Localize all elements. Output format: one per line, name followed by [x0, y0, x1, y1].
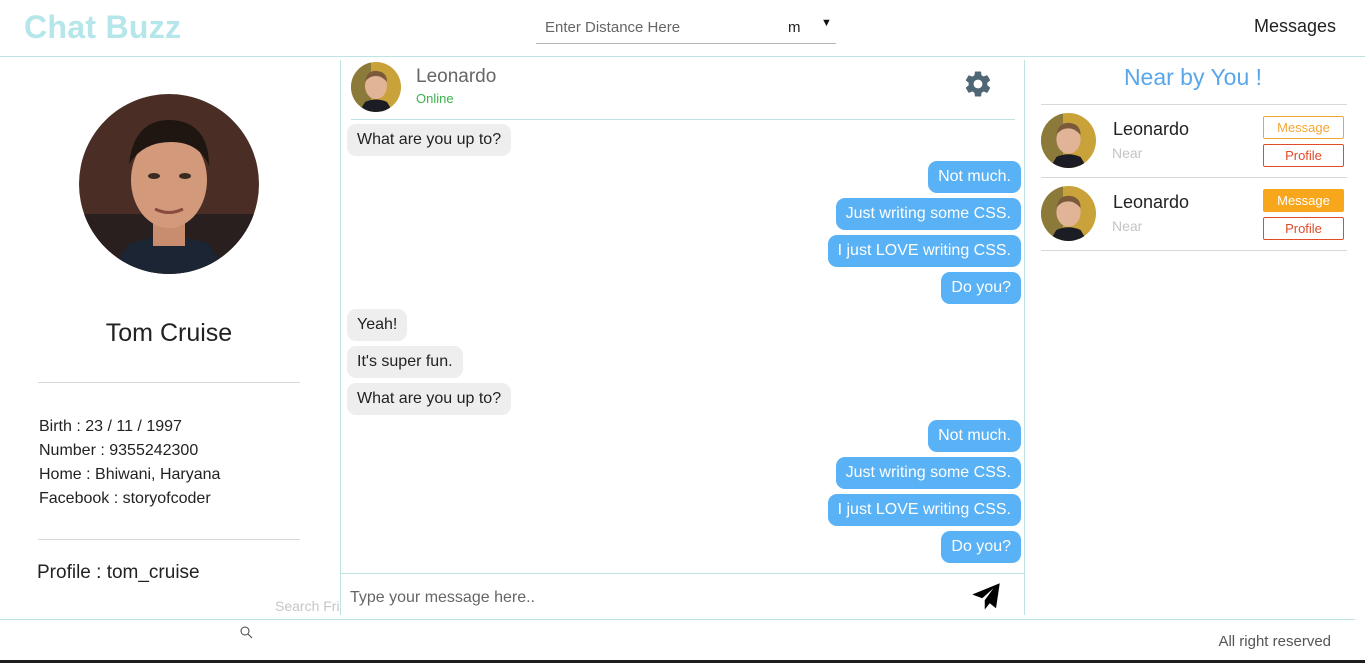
distance-input[interactable]: Enter Distance Here [545, 19, 680, 36]
sent-message: I just LOVE writing CSS. [827, 494, 1021, 526]
sent-message: I just LOVE writing CSS. [827, 235, 1021, 267]
sent-message: Just writing some CSS. [835, 198, 1021, 230]
message-button[interactable]: Message [1263, 189, 1344, 212]
chat-header: Leonardo Online [351, 60, 1015, 120]
online-status: Online [416, 91, 454, 106]
nearby-person: Leonardo Near Message Profile [1041, 186, 1347, 258]
nearby-name: Leonardo [1113, 119, 1190, 139]
brand-logo[interactable]: Chat Buzz [24, 9, 181, 46]
chevron-down-icon[interactable]: ▼ [821, 17, 832, 29]
nearby-distance: Near [1112, 218, 1143, 234]
received-message: What are you up to? [347, 383, 512, 415]
message-row: It's super fun. [347, 346, 1021, 383]
message-row: What are you up to? [347, 124, 1021, 161]
message-thread[interactable]: What are you up to? Not much. Just writing… [347, 124, 1021, 568]
message-row: Not much. [347, 420, 1021, 457]
nearby-avatar[interactable] [1041, 186, 1096, 241]
profile-avatar [79, 94, 259, 274]
message-row: What are you up to? [347, 383, 1021, 420]
received-message: Yeah! [347, 309, 408, 341]
chat-panel: Leonardo Online What are you up to? Not m… [340, 60, 1025, 615]
birth-field: Birth : 23 / 11 / 1997 [39, 418, 182, 435]
footer-divider [0, 619, 1355, 620]
top-bar: Chat Buzz Enter Distance Here m ▼ Messag… [0, 0, 1365, 57]
sent-message: Not much. [928, 161, 1021, 193]
received-message: It's super fun. [347, 346, 463, 378]
profile-button[interactable]: Profile [1263, 217, 1344, 240]
divider [38, 382, 300, 383]
sent-message: Just writing some CSS. [835, 457, 1021, 489]
facebook-field: Facebook : storyofcoder [39, 490, 211, 507]
nearby-name: Leonardo [1113, 192, 1190, 212]
unit-select[interactable]: m [788, 19, 801, 36]
profile-name: Tom Cruise [105, 319, 233, 347]
message-button[interactable]: Message [1263, 116, 1344, 139]
nearby-avatar[interactable] [1041, 113, 1096, 168]
nearby-person: Leonardo Near Message Profile [1041, 113, 1347, 185]
profile-info: Birth : 23 / 11 / 1997 Number : 93552423… [39, 415, 220, 511]
message-row: I just LOVE writing CSS. [347, 494, 1021, 531]
messages-link[interactable]: Messages [1254, 16, 1336, 37]
message-row: Do you? [347, 531, 1021, 568]
distance-field[interactable]: Enter Distance Here m ▼ [536, 14, 836, 44]
contact-avatar[interactable] [351, 62, 401, 112]
message-row: Do you? [347, 272, 1021, 309]
sent-message: Do you? [941, 531, 1021, 563]
message-row: Just writing some CSS. [347, 457, 1021, 494]
footer-text: All right reserved [1218, 633, 1331, 650]
profile-button[interactable]: Profile [1263, 144, 1344, 167]
send-icon[interactable] [971, 582, 1001, 612]
nearby-title: Near by You ! [1123, 64, 1263, 90]
message-row: Just writing some CSS. [347, 198, 1021, 235]
nearby-distance: Near [1112, 145, 1143, 161]
search-icon[interactable] [239, 625, 255, 641]
divider [38, 539, 300, 540]
divider [1041, 250, 1347, 251]
contact-name: Leonardo [416, 66, 497, 87]
message-row: Not much. [347, 161, 1021, 198]
home-field: Home : Bhiwani, Haryana [39, 466, 221, 483]
search-input[interactable]: Search Fri [275, 598, 340, 614]
message-row: I just LOVE writing CSS. [347, 235, 1021, 272]
divider [1041, 177, 1347, 178]
gear-icon[interactable] [963, 69, 993, 99]
profile-handle: Profile : tom_cruise [37, 562, 200, 583]
sent-message: Do you? [941, 272, 1021, 304]
message-row: Yeah! [347, 309, 1021, 346]
number-field: Number : 9355242300 [39, 442, 199, 459]
divider [1041, 104, 1347, 105]
search-friends-field[interactable]: Search Fri [265, 594, 456, 620]
received-message: What are you up to? [347, 124, 512, 156]
sent-message: Not much. [928, 420, 1021, 452]
